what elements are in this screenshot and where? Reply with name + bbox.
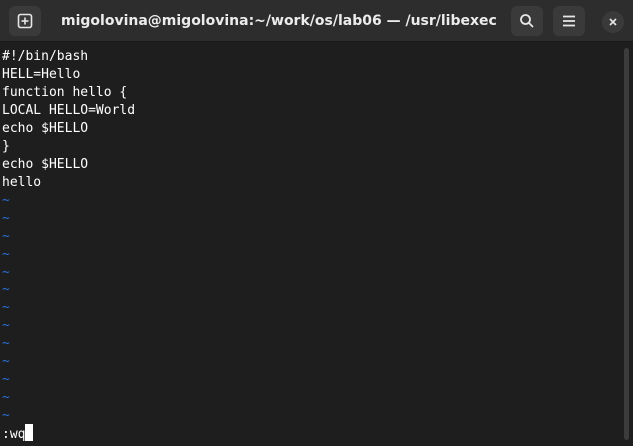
empty-line-tilde: ~ (2, 389, 10, 405)
text-cursor (25, 424, 34, 441)
editor-line: LOCAL HELLO=World (2, 103, 136, 118)
editor-line: echo $HELLO (2, 157, 89, 172)
empty-line-tilde: ~ (2, 318, 10, 334)
search-button[interactable] (511, 6, 543, 36)
editor-line: echo $HELLO (2, 121, 89, 136)
command-line[interactable]: :wq (2, 424, 34, 442)
editor-line: hello (2, 175, 42, 190)
editor-line: } (2, 139, 10, 154)
menu-button[interactable] (553, 6, 585, 36)
editor-line: function hello { (2, 85, 128, 100)
editor-line: #!/bin/bash (2, 49, 89, 64)
empty-line-markers: ~ ~ ~ ~ ~ ~ ~ ~ ~ ~ ~ ~ ~ (2, 192, 10, 425)
empty-line-tilde: ~ (2, 407, 10, 423)
scrollbar[interactable] (620, 42, 633, 446)
search-icon (520, 14, 534, 28)
empty-line-tilde: ~ (2, 282, 10, 298)
close-button[interactable] (602, 11, 624, 33)
editor-buffer: #!/bin/bash HELL=Hello function hello { … (2, 48, 135, 192)
empty-line-tilde: ~ (2, 354, 10, 370)
empty-line-tilde: ~ (2, 264, 10, 280)
scrollbar-thumb[interactable] (624, 48, 629, 440)
window-title: migolovina@migolovina:~/work/os/lab06 — … (61, 13, 497, 29)
editor-line: HELL=Hello (2, 67, 81, 82)
empty-line-tilde: ~ (2, 210, 10, 226)
title-bar: migolovina@migolovina:~/work/os/lab06 — … (0, 0, 633, 42)
empty-line-tilde: ~ (2, 371, 10, 387)
empty-line-tilde: ~ (2, 193, 10, 208)
plus-square-icon (17, 13, 33, 29)
empty-line-tilde: ~ (2, 336, 10, 352)
command-text: :wq (2, 427, 26, 442)
terminal-content[interactable]: #!/bin/bash HELL=Hello function hello { … (0, 42, 620, 446)
new-tab-button[interactable] (9, 6, 41, 36)
empty-line-tilde: ~ (2, 246, 10, 262)
hamburger-menu-icon (563, 15, 575, 27)
close-icon (609, 18, 617, 26)
terminal-window: migolovina@migolovina:~/work/os/lab06 — … (0, 0, 633, 446)
empty-line-tilde: ~ (2, 300, 10, 316)
empty-line-tilde: ~ (2, 228, 10, 244)
